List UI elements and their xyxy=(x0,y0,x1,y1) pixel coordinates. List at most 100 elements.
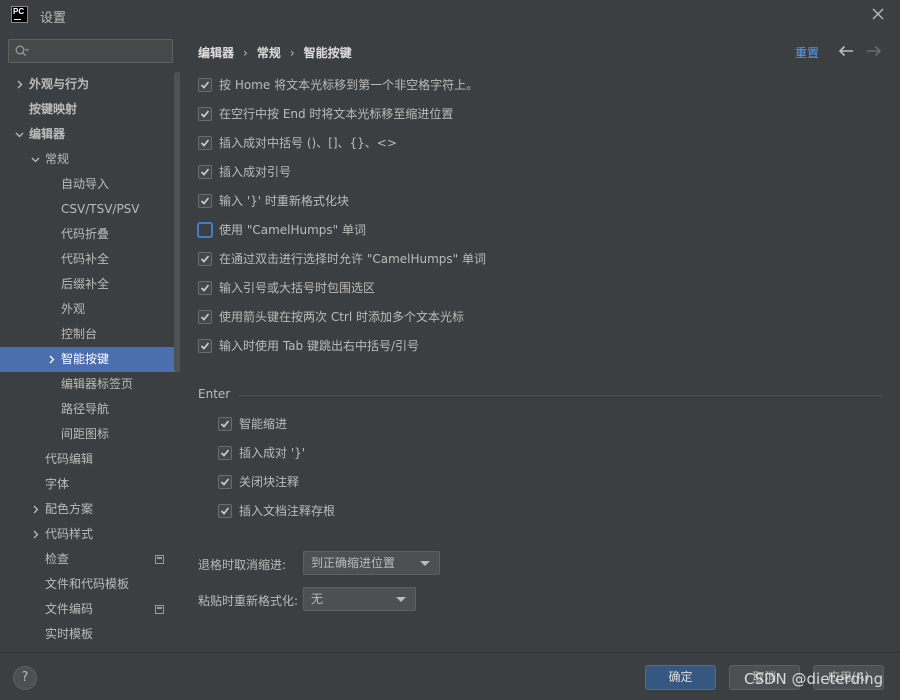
checkbox-checked[interactable] xyxy=(198,194,212,208)
checkbox-checked[interactable] xyxy=(198,78,212,92)
checkbox-checked[interactable] xyxy=(218,446,232,460)
backspace-unindent-dropdown[interactable]: 到正确缩进位置 xyxy=(303,551,440,575)
sidebar-item[interactable]: CSV/TSV/PSV xyxy=(0,197,180,222)
paste-reformat-dropdown[interactable]: 无 xyxy=(303,587,416,611)
sidebar-item-label: 外观 xyxy=(61,302,86,316)
sidebar-item[interactable]: 配色方案 xyxy=(0,497,180,522)
sidebar-item[interactable]: 实时模板 xyxy=(0,622,180,647)
chevron-down-icon[interactable] xyxy=(15,130,24,139)
sidebar-item-label: 代码补全 xyxy=(61,252,110,266)
sidebar-item-label: 编辑器 xyxy=(29,127,66,141)
search-input[interactable] xyxy=(33,42,169,60)
arrow-right-icon[interactable] xyxy=(866,45,882,57)
sidebar-item-label: 常规 xyxy=(45,152,70,166)
sidebar-item[interactable]: 代码样式 xyxy=(0,522,180,547)
sidebar-item[interactable]: 代码编辑 xyxy=(0,447,180,472)
sidebar-item[interactable]: 智能按键 xyxy=(0,347,180,372)
option-label: 使用箭头键在按两次 Ctrl 时添加多个文本光标 xyxy=(219,310,464,324)
pycharm-logo-icon: PC xyxy=(11,6,28,23)
arrow-left-icon[interactable] xyxy=(838,45,854,57)
sidebar-item[interactable]: 文件和代码模板 xyxy=(0,572,180,597)
settings-content: 编辑器 › 常规 › 智能按键 重置 按 Home 将文本光标移到第一个非空格字符上。在… xyxy=(180,30,900,652)
sidebar-item-label: 控制台 xyxy=(61,327,98,341)
chevron-right-icon[interactable] xyxy=(31,505,40,514)
sidebar-item-label: 代码编辑 xyxy=(45,452,94,466)
chevron-right-icon[interactable] xyxy=(31,530,40,539)
sidebar-item-label: 文件和代码模板 xyxy=(45,577,130,591)
sidebar-item[interactable]: 编辑器标签页 xyxy=(0,372,180,397)
sidebar-item[interactable]: 常规 xyxy=(0,147,180,172)
checkbox-checked[interactable] xyxy=(198,165,212,179)
sidebar-item[interactable]: 路径导航 xyxy=(0,397,180,422)
checkbox-checked[interactable] xyxy=(218,475,232,489)
checkbox-checked[interactable] xyxy=(198,339,212,353)
breadcrumb-item: 常规 xyxy=(256,46,281,60)
checkmark-icon xyxy=(200,284,210,292)
breadcrumb-separator: › xyxy=(243,46,248,60)
checkmark-icon xyxy=(220,507,230,515)
reset-link[interactable]: 重置 xyxy=(795,44,819,61)
sidebar-item[interactable]: 编辑器 xyxy=(0,122,180,147)
sidebar-item[interactable]: 代码补全 xyxy=(0,247,180,272)
app-logo-text: PC xyxy=(13,7,25,16)
checkmark-icon xyxy=(220,420,230,428)
option-label: 插入成对 '}' xyxy=(239,446,306,460)
sidebar-item[interactable]: 代码折叠 xyxy=(0,222,180,247)
paste-reformat-value: 无 xyxy=(311,592,324,606)
sidebar-item[interactable]: 外观 xyxy=(0,297,180,322)
breadcrumb-item: 智能按键 xyxy=(303,46,352,60)
checkbox-checked[interactable] xyxy=(198,281,212,295)
option-label: 输入 '}' 时重新格式化块 xyxy=(219,194,349,208)
checkbox-checked[interactable] xyxy=(218,417,232,431)
checkbox-checked[interactable] xyxy=(198,252,212,266)
search-box[interactable] xyxy=(8,39,173,63)
sidebar-item[interactable]: 文件编码 xyxy=(0,597,180,622)
window-title: 设置 xyxy=(40,11,67,26)
sidebar-item[interactable]: 后缀补全 xyxy=(0,272,180,297)
checkbox-checked[interactable] xyxy=(198,310,212,324)
option-label: 输入引号或大括号时包围选区 xyxy=(219,281,376,295)
checkbox-checked[interactable] xyxy=(218,504,232,518)
sidebar-item-label: 后缀补全 xyxy=(61,277,110,291)
sidebar-item-label: 字体 xyxy=(45,477,70,491)
sidebar-item[interactable]: 自动导入 xyxy=(0,172,180,197)
backspace-unindent-value: 到正确缩进位置 xyxy=(311,556,396,570)
sidebar-item[interactable]: 间距图标 xyxy=(0,422,180,447)
help-button[interactable]: ? xyxy=(13,666,37,690)
sidebar-item-label: 代码样式 xyxy=(45,527,94,541)
chevron-down-icon xyxy=(396,597,406,602)
checkmark-icon xyxy=(200,139,210,147)
sidebar-item[interactable]: 按键映射 xyxy=(0,97,180,122)
chevron-down-icon[interactable] xyxy=(31,155,40,164)
title-bar: PC 设置 xyxy=(0,0,900,30)
checkbox-unchecked[interactable] xyxy=(198,223,212,237)
checkmark-icon xyxy=(200,81,210,89)
chevron-right-icon[interactable] xyxy=(47,355,56,364)
checkbox-checked[interactable] xyxy=(198,136,212,150)
option-label: 智能缩进 xyxy=(239,417,288,431)
sidebar-item[interactable]: 外观与行为 xyxy=(0,72,180,97)
sidebar-item[interactable]: 控制台 xyxy=(0,322,180,347)
sidebar-item-label: 自动导入 xyxy=(61,177,110,191)
option-label: 按 Home 将文本光标移到第一个非空格字符上。 xyxy=(219,78,479,92)
checkmark-icon xyxy=(220,449,230,457)
breadcrumb-item: 编辑器 xyxy=(198,46,235,60)
close-icon[interactable] xyxy=(870,6,886,22)
sidebar-item-label: 间距图标 xyxy=(61,427,110,441)
sidebar-item-label: 外观与行为 xyxy=(29,77,90,91)
chevron-right-icon[interactable] xyxy=(15,80,24,89)
ok-button[interactable]: 确定 xyxy=(645,665,716,690)
checkmark-icon xyxy=(200,313,210,321)
checkmark-icon xyxy=(200,255,210,263)
sidebar-item[interactable]: 字体 xyxy=(0,472,180,497)
section-divider xyxy=(239,395,883,396)
sidebar-item[interactable]: 检查 xyxy=(0,547,180,572)
project-settings-icon xyxy=(155,605,164,614)
sidebar-item-label: 检查 xyxy=(45,552,70,566)
sidebar-item-label: 路径导航 xyxy=(61,402,110,416)
breadcrumb: 编辑器 › 常规 › 智能按键 xyxy=(198,44,352,61)
sidebar-item-label: 实时模板 xyxy=(45,627,94,641)
breadcrumb-separator: › xyxy=(289,46,295,60)
option-label: 插入成对引号 xyxy=(219,165,292,179)
checkbox-checked[interactable] xyxy=(198,107,212,121)
